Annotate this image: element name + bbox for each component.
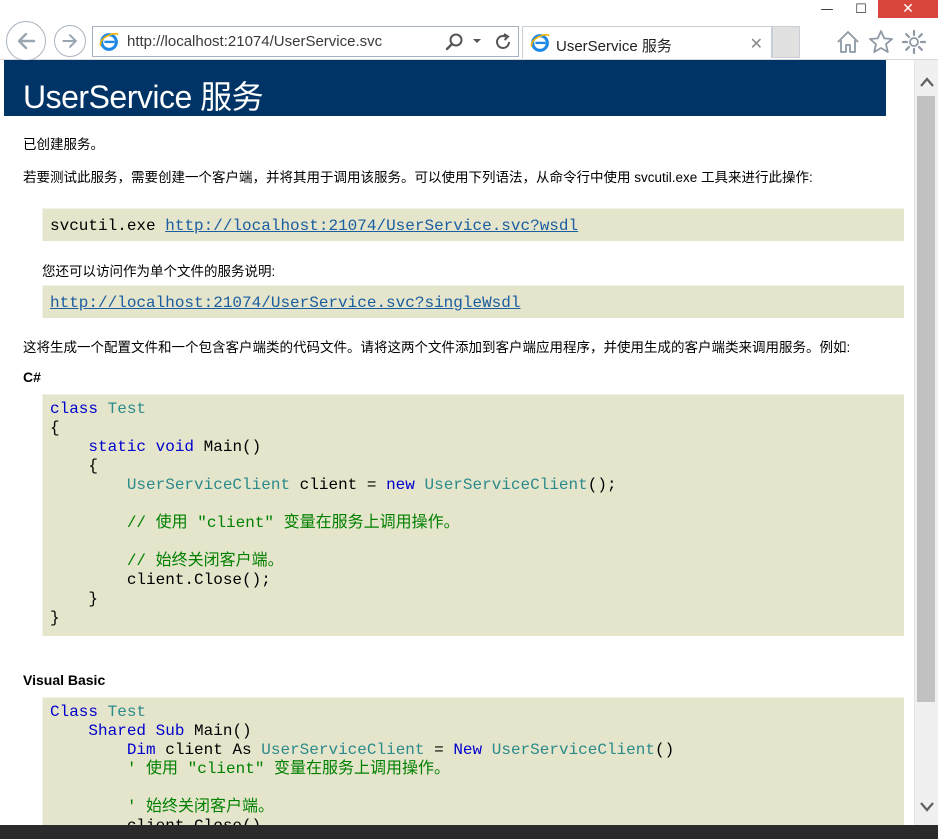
chevron-down-icon[interactable] — [471, 35, 483, 47]
csharp-code-block: class Test { static void Main() { UserSe… — [42, 394, 904, 636]
vb-main: Main() — [194, 722, 252, 740]
scroll-down-icon[interactable] — [915, 795, 938, 819]
refresh-icon[interactable] — [493, 32, 513, 52]
vb-heading: Visual Basic — [23, 672, 106, 688]
vb-client-ctor: UserServiceClient — [491, 741, 655, 759]
vb-close-call: client.Close() — [127, 817, 261, 825]
service-created-text: 已创建服务。 — [23, 137, 104, 152]
cs-class-name: Test — [107, 400, 147, 418]
new-tab-button[interactable] — [772, 26, 800, 58]
maximize-button[interactable]: ☐ — [846, 0, 876, 18]
browser-chrome: http://localhost:21074/UserService.svc U… — [0, 0, 938, 61]
close-tab-icon[interactable]: ✕ — [750, 34, 763, 54]
cs-comment-use: // 使用 "client" 变量在服务上调用操作。 — [126, 514, 460, 532]
csharp-heading: C# — [23, 369, 41, 385]
wsdl-link[interactable]: http://localhost:21074/UserService.svc?w… — [165, 217, 578, 235]
url-text[interactable]: http://localhost:21074/UserService.svc — [127, 33, 382, 50]
home-icon[interactable] — [834, 28, 862, 56]
star-icon[interactable] — [867, 28, 895, 56]
single-wsdl-box: http://localhost:21074/UserService.svc?s… — [42, 285, 904, 318]
vb-client-type: UserServiceClient — [261, 741, 425, 759]
cs-client-decl: client = — [299, 476, 377, 494]
vb-class-keyword: Class — [50, 703, 99, 721]
scrollbar-thumb[interactable] — [917, 96, 935, 702]
single-file-note: 您还可以访问作为单个文件的服务说明: — [42, 264, 276, 279]
cs-method-open-brace: { — [88, 457, 99, 475]
cs-close-call: client.Close(); — [126, 571, 271, 589]
cs-method-close-brace: } — [88, 590, 99, 608]
vb-equals: = — [434, 741, 444, 759]
back-button[interactable] — [6, 21, 46, 61]
vb-dim: Dim — [126, 741, 156, 759]
vb-shared-sub: Shared Sub — [88, 722, 185, 740]
page-header: UserService 服务 — [4, 60, 886, 116]
vb-comment-use: ' 使用 "client" 变量在服务上调用操作。 — [126, 760, 451, 778]
single-wsdl-link[interactable]: http://localhost:21074/UserService.svc?s… — [50, 294, 520, 312]
scroll-up-icon[interactable] — [915, 70, 938, 94]
cs-main: Main() — [203, 438, 262, 456]
vb-ctor-tail: () — [654, 741, 675, 759]
close-window-button[interactable]: ✕ — [878, 0, 938, 18]
page-viewport: UserService 服务 已创建服务。 若要测试此服务，需要创建一个客户端，… — [0, 60, 914, 825]
generate-note: 这将生成一个配置文件和一个包含客户端类的代码文件。请将这两个文件添加到客户端应用… — [23, 340, 851, 355]
svcutil-exe-text: svcutil.exe — [50, 217, 156, 235]
vertical-scrollbar[interactable] — [914, 60, 938, 825]
forward-button[interactable] — [54, 25, 86, 57]
search-icon[interactable] — [445, 32, 465, 52]
vb-client-as: client As — [165, 741, 252, 759]
tab-title: UserService 服务 — [556, 38, 672, 55]
page-title: UserService 服务 — [23, 79, 264, 115]
address-bar[interactable]: http://localhost:21074/UserService.svc — [92, 26, 519, 57]
cs-class-keyword: class — [50, 400, 99, 418]
vb-class-name: Test — [107, 703, 147, 721]
browser-tab[interactable]: UserService 服务 ✕ — [522, 26, 772, 58]
vb-new-keyword: New — [453, 741, 483, 759]
minimize-button[interactable]: — — [808, 0, 846, 18]
cs-ctor-tail: (); — [587, 476, 617, 494]
vb-code-block: Class Test Shared Sub Main() Dim client … — [42, 697, 904, 825]
cs-static-void: static void — [88, 438, 195, 456]
cs-new-keyword: new — [386, 476, 415, 494]
cs-comment-close: // 始终关闭客户端。 — [126, 552, 284, 570]
single-wsdl-line: http://localhost:21074/UserService.svc?s… — [50, 294, 520, 312]
ie-tab-icon — [530, 33, 550, 52]
svcutil-command-box: svcutil.exe http://localhost:21074/UserS… — [42, 208, 904, 241]
svcutil-command: svcutil.exe http://localhost:21074/UserS… — [50, 217, 578, 235]
back-arrow-icon — [17, 32, 36, 50]
ie-logo-icon — [99, 32, 119, 51]
forward-arrow-icon — [62, 34, 77, 48]
taskbar-strip — [0, 825, 938, 839]
vb-code: Class Test Shared Sub Main() Dim client … — [43, 698, 904, 825]
cs-client-ctor: UserServiceClient — [424, 476, 588, 494]
cs-client-type: UserServiceClient — [126, 476, 291, 494]
csharp-code: class Test { static void Main() { UserSe… — [43, 395, 904, 628]
vb-comment-close: ' 始终关闭客户端。 — [126, 798, 275, 816]
cs-close-brace: } — [50, 609, 60, 627]
gear-icon[interactable] — [900, 28, 928, 56]
cs-open-brace: { — [50, 419, 60, 437]
intro-text: 若要测试此服务，需要创建一个客户端，并将其用于调用该服务。可以使用下列语法，从命… — [23, 170, 813, 185]
